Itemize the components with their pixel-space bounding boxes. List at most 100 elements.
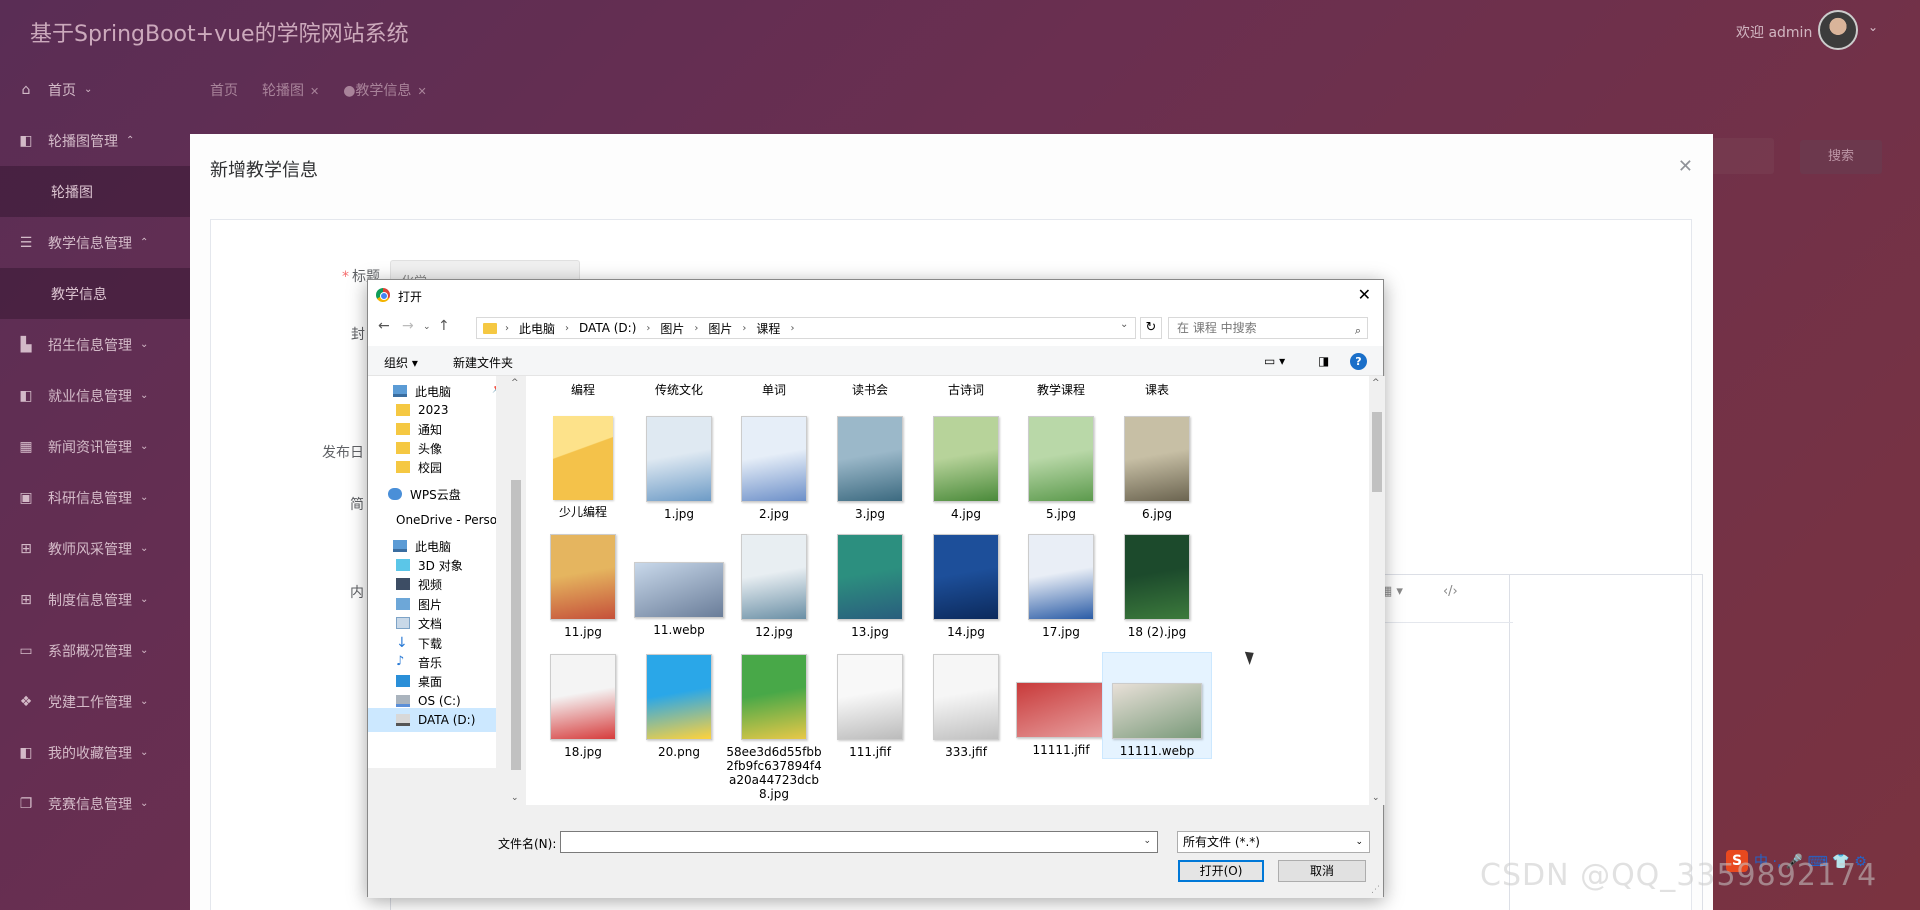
file-scrollbar[interactable]: ^ ⌄ xyxy=(1369,376,1385,805)
breadcrumb-item[interactable]: 图片 › xyxy=(660,320,698,337)
preview-pane-icon[interactable]: ◨ xyxy=(1318,354,1329,368)
sidebar-item[interactable]: ▣ 科研信息管理 ⌄ xyxy=(0,472,190,523)
file-item[interactable]: 17.jpg xyxy=(1006,532,1116,639)
sidebar-item[interactable]: ◧ 轮播图管理 ⌃ xyxy=(0,115,190,166)
scroll-up-icon[interactable]: ^ xyxy=(511,378,519,388)
sidebar-item[interactable]: ⊞ 教师风采管理 ⌄ xyxy=(0,523,190,574)
sidebar-item[interactable]: ▙ 招生信息管理 ⌄ xyxy=(0,319,190,370)
forward-arrow-icon[interactable]: → xyxy=(402,318,414,334)
folder-item[interactable]: 教学课程 xyxy=(1006,376,1116,397)
folder-item[interactable]: 少儿编程 xyxy=(528,414,638,519)
file-item[interactable]: 11111.webp xyxy=(1102,652,1212,759)
image-thumbnail xyxy=(933,416,999,502)
file-item[interactable]: 58ee3d6d55fbb2fb9fc637894f4a20a44723dcb8… xyxy=(719,652,829,801)
recent-dropdown-icon[interactable]: ⌄ xyxy=(423,322,431,332)
folder-item[interactable]: 古诗词 xyxy=(911,376,1021,397)
scroll-down-icon[interactable]: ⌄ xyxy=(1372,793,1380,803)
close-icon[interactable]: ✕ xyxy=(417,85,426,98)
file-item[interactable]: 6.jpg xyxy=(1102,414,1212,521)
scroll-thumb[interactable] xyxy=(511,480,521,770)
sidebar-item[interactable]: ❐ 竞赛信息管理 ⌄ xyxy=(0,778,190,829)
folder-item[interactable]: 单词 xyxy=(719,376,829,397)
avatar[interactable] xyxy=(1818,10,1858,50)
sidebar-item[interactable]: ⌂ 首页 ⌄ xyxy=(0,64,190,115)
file-item[interactable]: 18.jpg xyxy=(528,652,638,759)
file-item[interactable]: 4.jpg xyxy=(911,414,1021,521)
folder-item[interactable]: 传统文化 xyxy=(624,376,734,397)
refresh-icon[interactable]: ↻ xyxy=(1140,317,1162,339)
page-scrollbar[interactable] xyxy=(1906,0,1920,910)
breadcrumb-item[interactable]: 图片 › xyxy=(708,320,746,337)
address-bar[interactable]: › 此电脑 › DATA (D:) › 图片 › 图片 › 课程 › xyxy=(476,317,1136,339)
file-item[interactable]: 1.jpg xyxy=(624,414,734,521)
sidebar-item[interactable]: ☰ 教学信息管理 ⌃ xyxy=(0,217,190,268)
file-item[interactable]: 12.jpg xyxy=(719,532,829,639)
file-item[interactable]: 2.jpg xyxy=(719,414,829,521)
sidebar-subitem[interactable]: 轮播图 xyxy=(0,166,190,217)
open-button[interactable]: 打开(O) xyxy=(1178,860,1264,882)
folder-item[interactable]: 读书会 xyxy=(815,376,925,397)
file-item[interactable]: 5.jpg xyxy=(1006,414,1116,521)
file-type-select[interactable]: 所有文件 (*.*) ⌄ xyxy=(1177,831,1370,853)
tab[interactable]: ●教学信息 ✕ xyxy=(343,80,426,100)
up-arrow-icon[interactable]: ↑ xyxy=(438,318,450,334)
file-item[interactable]: 3.jpg xyxy=(815,414,925,521)
chevron-down-icon[interactable]: ⌄ xyxy=(1120,319,1128,330)
search-input[interactable]: 在 课程 中搜索 ⌕ xyxy=(1168,317,1368,339)
tree-scrollbar[interactable]: ^ ⌄ xyxy=(508,376,524,805)
sidebar-subitem[interactable]: 教学信息 xyxy=(0,268,190,319)
search-button[interactable]: 搜索 xyxy=(1800,140,1882,174)
code-icon[interactable]: ‹/› xyxy=(1443,584,1458,599)
file-item[interactable]: 14.jpg xyxy=(911,532,1021,639)
back-arrow-icon[interactable]: ← xyxy=(378,318,390,334)
organize-button[interactable]: 组织 ▾ xyxy=(384,354,418,371)
close-icon[interactable]: ✕ xyxy=(1358,285,1371,304)
close-icon[interactable]: ✕ xyxy=(1678,156,1693,177)
file-item[interactable]: 11111.jfif xyxy=(1006,652,1116,757)
breadcrumb-item[interactable]: 此电脑 › xyxy=(519,320,569,337)
scroll-down-icon[interactable]: ⌄ xyxy=(511,793,519,803)
sidebar-item[interactable]: ❖ 党建工作管理 ⌄ xyxy=(0,676,190,727)
breadcrumb-item[interactable]: 课程 › xyxy=(756,320,794,337)
sidebar-item-label: 制度信息管理 xyxy=(48,592,132,609)
sidebar-item[interactable]: ▭ 系部概况管理 ⌄ xyxy=(0,625,190,676)
scroll-thumb[interactable] xyxy=(1372,412,1382,492)
sidebar-item[interactable]: ▦ 新闻资讯管理 ⌄ xyxy=(0,421,190,472)
file-item[interactable]: 11.jpg xyxy=(528,532,638,639)
breadcrumb-item[interactable]: DATA (D:) › xyxy=(579,321,650,335)
tree-item[interactable]: DATA (D:) xyxy=(368,708,496,732)
new-folder-button[interactable]: 新建文件夹 xyxy=(453,354,513,371)
file-item[interactable]: 333.jfif xyxy=(911,652,1021,759)
folder-item[interactable]: 课表 xyxy=(1102,376,1212,397)
sidebar-item[interactable]: ◧ 我的收藏管理 ⌄ xyxy=(0,727,190,778)
tree-item[interactable]: WPS云盘 xyxy=(368,482,496,506)
view-options-icon[interactable]: ▭ ▾ xyxy=(1264,354,1285,368)
image-thumbnail xyxy=(550,654,616,740)
scroll-up-icon[interactable]: ^ xyxy=(1372,378,1380,388)
file-item[interactable]: 20.png xyxy=(624,652,734,759)
tree-item-label: 通知 xyxy=(418,422,443,437)
help-icon[interactable]: ? xyxy=(1350,353,1367,370)
chevron-down-icon[interactable]: ⌄ xyxy=(1868,20,1878,34)
chevron-down-icon[interactable]: ⌄ xyxy=(1143,836,1151,846)
close-icon[interactable]: ✕ xyxy=(310,85,319,98)
file-item[interactable]: 11.webp xyxy=(624,532,734,637)
filename-input[interactable]: ⌄ xyxy=(560,831,1158,853)
folder-icon xyxy=(396,442,410,454)
file-item[interactable]: 111.jfif xyxy=(815,652,925,759)
tab[interactable]: 首页 xyxy=(210,80,238,100)
sidebar-item[interactable]: ⊞ 制度信息管理 ⌄ xyxy=(0,574,190,625)
image-thumbnail xyxy=(837,654,903,740)
tree-item[interactable]: OneDrive - Perso xyxy=(368,508,496,532)
folder-item[interactable]: 编程 xyxy=(528,376,638,397)
sidebar-item[interactable]: ◧ 就业信息管理 ⌄ xyxy=(0,370,190,421)
navigation-bar: ← → ⌄ ↑ › 此电脑 › DATA (D:) › 图片 › 图片 › 课程 › ⌄ ↻ 在 … xyxy=(368,310,1383,346)
file-item[interactable]: 18 (2).jpg xyxy=(1102,532,1212,639)
cancel-button[interactable]: 取消 xyxy=(1278,860,1366,882)
resize-grip-icon[interactable]: ⋰ xyxy=(1371,885,1380,895)
tree-item[interactable]: 校园 xyxy=(368,455,496,479)
folder-icon xyxy=(396,423,410,435)
image-thumbnail xyxy=(837,534,903,620)
tab[interactable]: 轮播图 ✕ xyxy=(262,80,319,100)
file-item[interactable]: 13.jpg xyxy=(815,532,925,639)
